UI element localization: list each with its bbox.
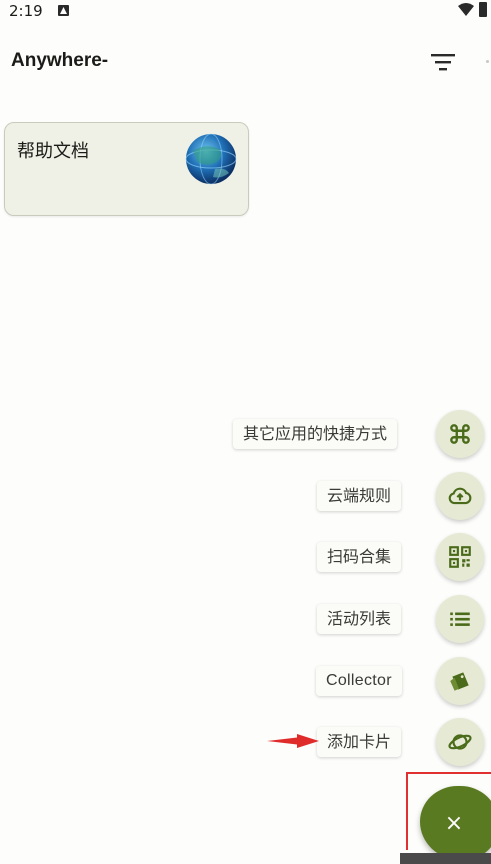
- card-title: 帮助文档: [17, 141, 89, 162]
- filter-list-icon[interactable]: [428, 50, 458, 74]
- annotation-arrow-icon: [267, 734, 319, 748]
- help-docs-card[interactable]: 帮助文档: [4, 122, 249, 216]
- fab-menu-label[interactable]: Collector: [316, 666, 402, 696]
- close-icon: ×: [444, 810, 464, 836]
- fab-menu-label[interactable]: 扫码合集: [317, 542, 402, 572]
- status-time: 2:19: [9, 2, 43, 20]
- fab-menu-item-add-card[interactable]: 添加卡片: [0, 717, 491, 767]
- fab-menu-label[interactable]: 活动列表: [317, 604, 402, 634]
- planet-icon[interactable]: [436, 718, 484, 766]
- cloud-upload-icon[interactable]: [436, 472, 484, 520]
- app-title: Anywhere-: [11, 50, 109, 71]
- fab-menu-label[interactable]: 添加卡片: [317, 727, 402, 757]
- command-key-icon[interactable]: [436, 410, 484, 458]
- globe-icon: [185, 133, 237, 185]
- fab-menu-item-activity-list[interactable]: 活动列表: [0, 594, 491, 644]
- system-navigation-bar: [400, 853, 491, 864]
- wifi-icon: [458, 3, 474, 16]
- list-icon[interactable]: [436, 595, 484, 643]
- fab-menu-item-scan-collection[interactable]: 扫码合集: [0, 532, 491, 582]
- overflow-indicator: [486, 60, 489, 63]
- fab-menu-item-cloud-rules[interactable]: 云端规则: [0, 471, 491, 521]
- fab-menu-label[interactable]: 云端规则: [317, 481, 402, 511]
- android-notification-icon: [58, 5, 69, 16]
- fab-menu-label[interactable]: 其它应用的快捷方式: [233, 419, 398, 449]
- qr-code-icon[interactable]: [436, 533, 484, 581]
- fab-menu-item-shortcuts[interactable]: 其它应用的快捷方式: [0, 409, 491, 459]
- collector-tag-icon[interactable]: [436, 657, 484, 705]
- battery-icon: [479, 2, 487, 17]
- status-bar: 2:19: [0, 0, 491, 24]
- fab-menu-item-collector[interactable]: Collector: [0, 656, 491, 706]
- app-bar: Anywhere-: [0, 40, 491, 84]
